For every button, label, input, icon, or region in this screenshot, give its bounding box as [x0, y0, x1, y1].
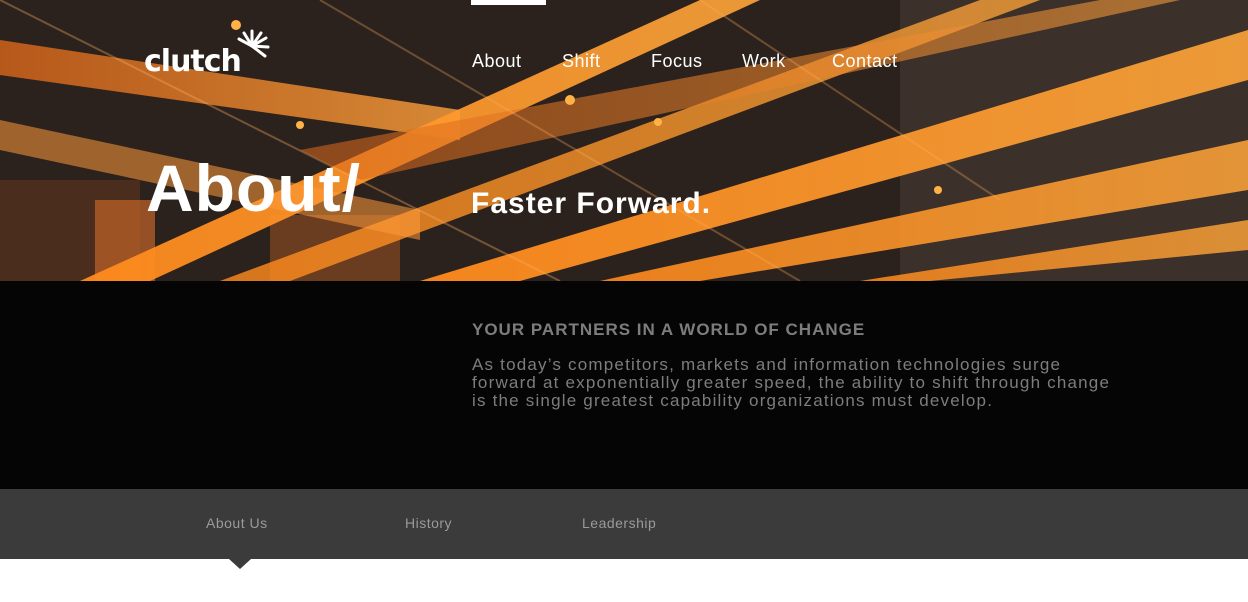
sunburst-icon — [237, 29, 270, 58]
intro-section: YOUR PARTNERS IN A WORLD OF CHANGE As to… — [0, 281, 1248, 489]
logo-wordmark: clutch — [144, 44, 242, 79]
nav-item-contact[interactable]: Contact — [832, 51, 898, 72]
intro-heading: YOUR PARTNERS IN A WORLD OF CHANGE — [472, 320, 866, 339]
hero-banner: clutch About Shift Focus Work Contact Ab… — [0, 0, 1248, 281]
nav-item-about[interactable]: About — [472, 51, 522, 72]
nav-item-focus[interactable]: Focus — [651, 51, 703, 72]
page-title: About/ — [146, 151, 361, 225]
nav-item-work[interactable]: Work — [742, 51, 786, 72]
intro-body: As today’s competitors, markets and info… — [472, 355, 1111, 410]
subnav-active-pointer — [229, 559, 251, 569]
subnav-item-leadership[interactable]: Leadership — [582, 515, 656, 531]
nav-active-indicator — [471, 0, 546, 5]
hero-tagline: Faster Forward. — [471, 187, 712, 220]
clutch-logo[interactable]: clutch — [144, 28, 274, 84]
subnav-item-history[interactable]: History — [405, 515, 452, 531]
subnav-item-about-us[interactable]: About Us — [206, 515, 268, 531]
nav-item-shift[interactable]: Shift — [562, 51, 601, 72]
sub-nav: About Us History Leadership — [0, 489, 1248, 559]
